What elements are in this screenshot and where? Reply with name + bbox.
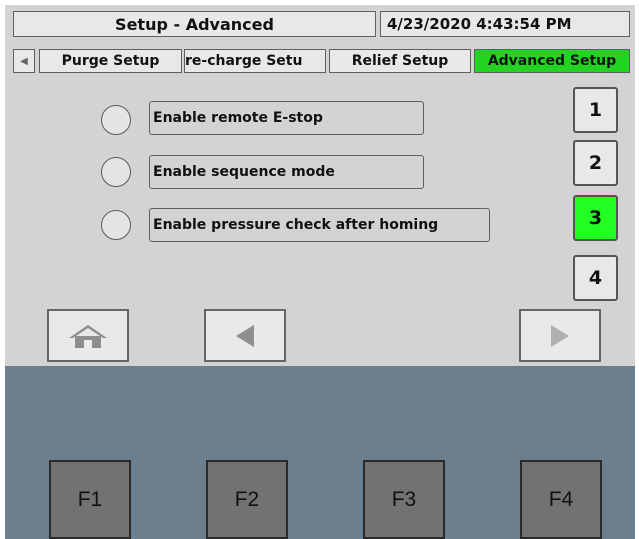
home-icon	[69, 324, 107, 348]
page-1-button[interactable]: 1	[573, 87, 618, 133]
tab-relief-setup[interactable]: Relief Setup	[329, 49, 471, 73]
page-2-button[interactable]: 2	[573, 140, 618, 186]
f3-key[interactable]: F3	[363, 460, 445, 539]
pressure-check-label: Enable pressure check after homing	[149, 208, 490, 242]
page-title: Setup - Advanced	[13, 11, 376, 37]
f2-key[interactable]: F2	[206, 460, 288, 539]
arrow-right-icon	[551, 324, 569, 347]
tab-advanced-setup[interactable]: Advanced Setup	[474, 49, 630, 73]
tab-purge-setup[interactable]: Purge Setup	[39, 49, 182, 73]
page-4-button[interactable]: 4	[573, 255, 618, 301]
sequence-mode-label: Enable sequence mode	[149, 155, 424, 189]
hmi-screen: Setup - Advanced 4/23/2020 4:43:54 PM ◀ …	[5, 5, 635, 366]
remote-estop-radio[interactable]	[101, 105, 131, 135]
page-3-button[interactable]: 3	[573, 195, 618, 241]
triangle-left-icon: ◀	[20, 55, 28, 67]
hmi-panel: Setup - Advanced 4/23/2020 4:43:54 PM ◀ …	[5, 5, 635, 539]
pressure-check-radio[interactable]	[101, 210, 131, 240]
tab-precharge-setup[interactable]: re-charge Setu	[184, 49, 326, 73]
datetime-display: 4/23/2020 4:43:54 PM	[380, 11, 630, 37]
home-button[interactable]	[47, 309, 129, 362]
sequence-mode-radio[interactable]	[101, 157, 131, 187]
arrow-left-icon	[236, 324, 254, 347]
f4-key[interactable]: F4	[520, 460, 602, 539]
tab-scroll-left-button[interactable]: ◀	[13, 49, 35, 73]
f1-key[interactable]: F1	[49, 460, 131, 539]
back-button[interactable]	[204, 309, 286, 362]
forward-button[interactable]	[519, 309, 601, 362]
remote-estop-label: Enable remote E-stop	[149, 101, 424, 135]
